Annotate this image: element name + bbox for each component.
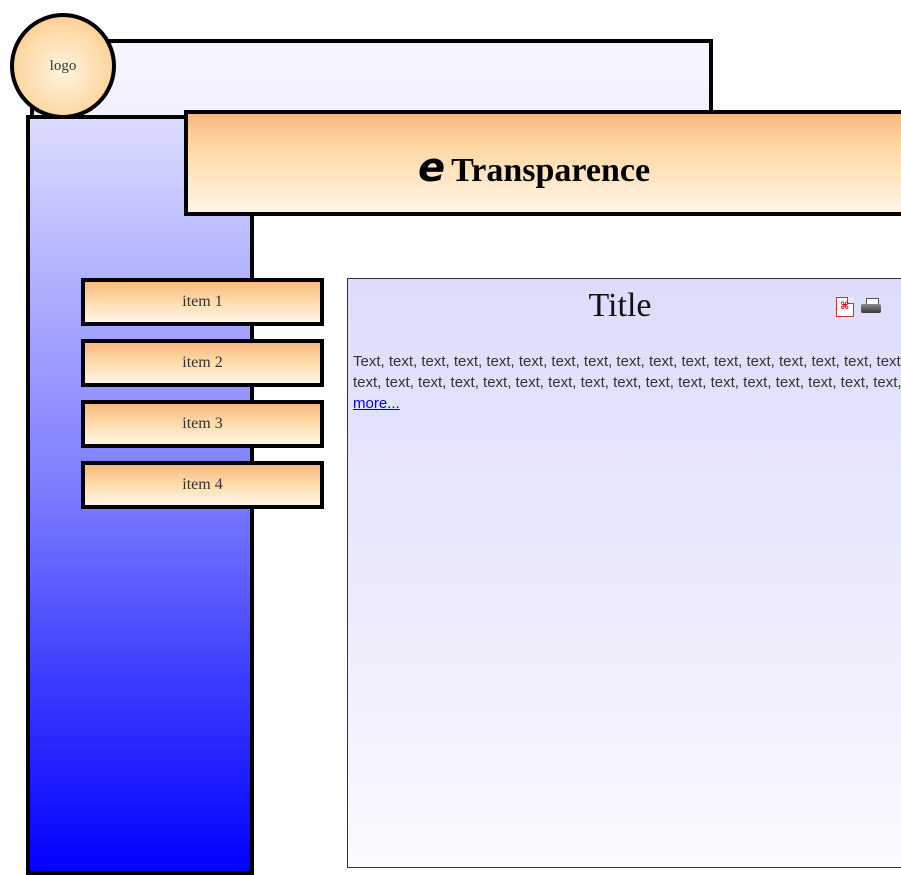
- site-header: e Transparence: [184, 110, 901, 216]
- article-tools: ⌘: [836, 297, 882, 317]
- logo[interactable]: logo: [10, 13, 116, 119]
- print-icon[interactable]: [860, 297, 882, 317]
- site-title-text: Transparence: [451, 152, 651, 189]
- pdf-icon[interactable]: ⌘: [836, 297, 854, 317]
- nav-item-2[interactable]: item 2: [81, 339, 324, 387]
- logo-label: logo: [49, 57, 77, 74]
- more-link[interactable]: more...: [353, 395, 400, 412]
- site-title: e Transparence: [418, 148, 650, 188]
- nav-item-4[interactable]: item 4: [81, 461, 324, 509]
- article-body: Text, text, text, text, text, text, text…: [353, 351, 901, 414]
- article-title: Title: [588, 287, 652, 324]
- nav-item-1[interactable]: item 1: [81, 278, 324, 326]
- sidebar-nav: item 1 item 2 item 3 item 4: [81, 278, 324, 522]
- nav-item-3[interactable]: item 3: [81, 400, 324, 448]
- article-panel: Title ⌘ Text, text, text, text, text, te…: [347, 278, 901, 868]
- article-text: Text, text, text, text, text, text, text…: [353, 353, 901, 391]
- site-title-prefix: e: [418, 145, 446, 191]
